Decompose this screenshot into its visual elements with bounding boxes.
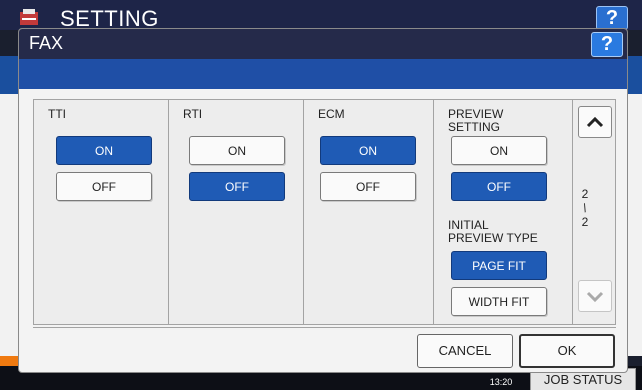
rti-label: RTI <box>183 107 203 121</box>
preview-setting-label: PREVIEW SETTING <box>448 108 503 134</box>
dialog-title: FAX <box>29 33 64 53</box>
background-body <box>626 94 642 356</box>
tti-off-button[interactable]: OFF <box>56 172 152 201</box>
dialog-header: FAX ? <box>19 29 627 59</box>
cancel-button[interactable]: CANCEL <box>417 334 513 368</box>
rti-off-button[interactable]: OFF <box>189 172 285 201</box>
help-button[interactable]: ? <box>591 32 623 57</box>
preview-label-line2: SETTING <box>448 120 501 134</box>
initial-preview-type-label: INITIAL PREVIEW TYPE <box>448 219 538 245</box>
tti-on-button[interactable]: ON <box>56 136 152 165</box>
divider <box>33 327 616 328</box>
preview-off-button[interactable]: OFF <box>451 172 547 201</box>
background-band <box>626 56 642 94</box>
settings-panel: TTI ON OFF RTI ON OFF ECM ON OFF PREVIEW… <box>33 99 616 325</box>
rti-on-button[interactable]: ON <box>189 136 285 165</box>
background-help-button[interactable]: ? <box>596 6 628 30</box>
scroll-down-button[interactable] <box>578 280 612 312</box>
chevron-up-icon <box>586 116 604 128</box>
chevron-down-icon <box>586 291 604 303</box>
preview-column: PREVIEW SETTING ON OFF INITIAL PREVIEW T… <box>433 100 572 324</box>
clock: 13:20 <box>478 370 524 390</box>
ecm-off-button[interactable]: OFF <box>320 172 416 201</box>
scroll-up-button[interactable] <box>578 106 612 138</box>
page-fit-button[interactable]: PAGE FIT <box>451 251 547 280</box>
width-fit-button[interactable]: WIDTH FIT <box>451 287 547 316</box>
rti-column: RTI ON OFF <box>168 100 303 324</box>
tti-label: TTI <box>48 107 66 121</box>
setting-app-icon <box>20 9 38 25</box>
preview-type-line2: PREVIEW TYPE <box>448 231 538 245</box>
ecm-column: ECM ON OFF <box>303 100 433 324</box>
ecm-label: ECM <box>318 107 345 121</box>
clock-time: 13:20 <box>489 377 513 387</box>
tti-column: TTI ON OFF <box>34 100 168 324</box>
page-indicator: 2 / 2 <box>567 187 603 229</box>
preview-on-button[interactable]: ON <box>451 136 547 165</box>
ok-button[interactable]: OK <box>519 334 615 368</box>
fax-dialog: FAX ? TTI ON OFF RTI ON OFF ECM ON OFF P… <box>18 28 628 373</box>
dialog-band <box>19 59 627 89</box>
ecm-on-button[interactable]: ON <box>320 136 416 165</box>
